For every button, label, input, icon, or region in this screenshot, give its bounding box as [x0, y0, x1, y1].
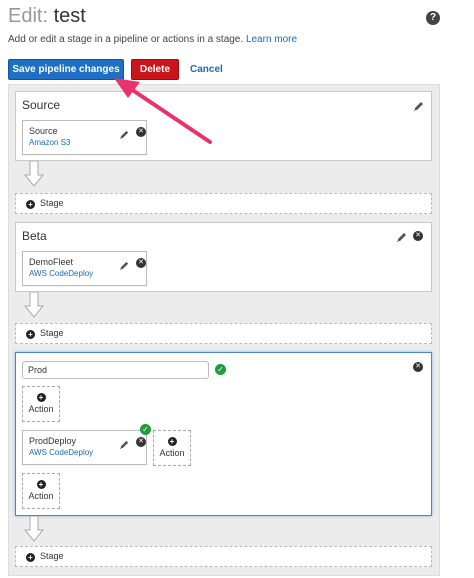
pipeline-name: test [53, 5, 86, 27]
action-provider-link[interactable]: Amazon S3 [29, 138, 70, 147]
action-name: DemoFleet [29, 257, 74, 267]
add-action-button[interactable]: + Action [22, 386, 60, 422]
stage-name-input[interactable]: Prod [22, 361, 209, 379]
plus-circle-icon: + [36, 480, 46, 489]
add-action-label: Action [28, 491, 54, 501]
action-card[interactable]: ProdDeploy AWS CodeDeploy ✕ [22, 430, 147, 465]
page-title: Edit: test [8, 4, 86, 28]
add-stage-button[interactable]: + Stage [15, 546, 432, 567]
close-circle-icon[interactable]: ✕ [413, 231, 423, 241]
add-action-button[interactable]: + Action [22, 473, 60, 509]
action-name: ProdDeploy [29, 436, 77, 446]
pencil-icon[interactable] [413, 99, 425, 111]
stage-source: Source Source Amazon S3 ✕ [15, 91, 432, 161]
plus-circle-icon: + [167, 437, 177, 446]
flow-arrow-icon [23, 291, 45, 318]
help-icon[interactable]: ? [426, 11, 440, 25]
close-circle-icon[interactable]: ✕ [136, 437, 146, 447]
action-card[interactable]: DemoFleet AWS CodeDeploy ✕ [22, 251, 147, 286]
action-name: Source [29, 126, 58, 136]
stage-title: Beta [22, 229, 47, 243]
plus-circle-icon: + [36, 393, 46, 402]
add-action-button[interactable]: + Action [153, 430, 191, 466]
description-text: Add or edit a stage in a pipeline or act… [8, 34, 244, 45]
close-circle-icon[interactable]: ✕ [136, 258, 146, 268]
pencil-icon[interactable] [119, 437, 130, 450]
add-stage-label: Stage [40, 328, 64, 338]
pencil-icon[interactable] [396, 230, 408, 242]
pencil-icon[interactable] [119, 258, 130, 271]
title-prefix: Edit: [8, 5, 49, 27]
check-circle-icon: ✓ [215, 364, 226, 375]
action-provider-link[interactable]: AWS CodeDeploy [29, 448, 93, 457]
annotation-arrow-icon [114, 78, 212, 144]
add-stage-button[interactable]: + Stage [15, 193, 432, 214]
close-circle-icon[interactable]: ✕ [413, 362, 423, 372]
stage-beta: Beta ✕ DemoFleet AWS CodeDeploy ✕ [15, 222, 432, 292]
check-circle-icon: ✓ [140, 424, 151, 435]
page-description: Add or edit a stage in a pipeline or act… [8, 34, 297, 45]
add-stage-label: Stage [40, 551, 64, 561]
plus-circle-icon: + [26, 330, 35, 339]
plus-circle-icon: + [26, 553, 35, 562]
plus-circle-icon: + [26, 200, 35, 209]
action-provider-link[interactable]: AWS CodeDeploy [29, 269, 93, 278]
stage-prod: Prod ✓ ✕ + Action ProdDeploy AWS CodeDep… [15, 352, 432, 516]
learn-more-link[interactable]: Learn more [246, 34, 297, 45]
add-action-label: Action [159, 448, 185, 458]
flow-arrow-icon [23, 515, 45, 542]
flow-arrow-icon [23, 160, 45, 187]
add-stage-button[interactable]: + Stage [15, 323, 432, 344]
add-stage-label: Stage [40, 198, 64, 208]
stage-title: Source [22, 98, 61, 112]
add-action-label: Action [28, 404, 54, 414]
